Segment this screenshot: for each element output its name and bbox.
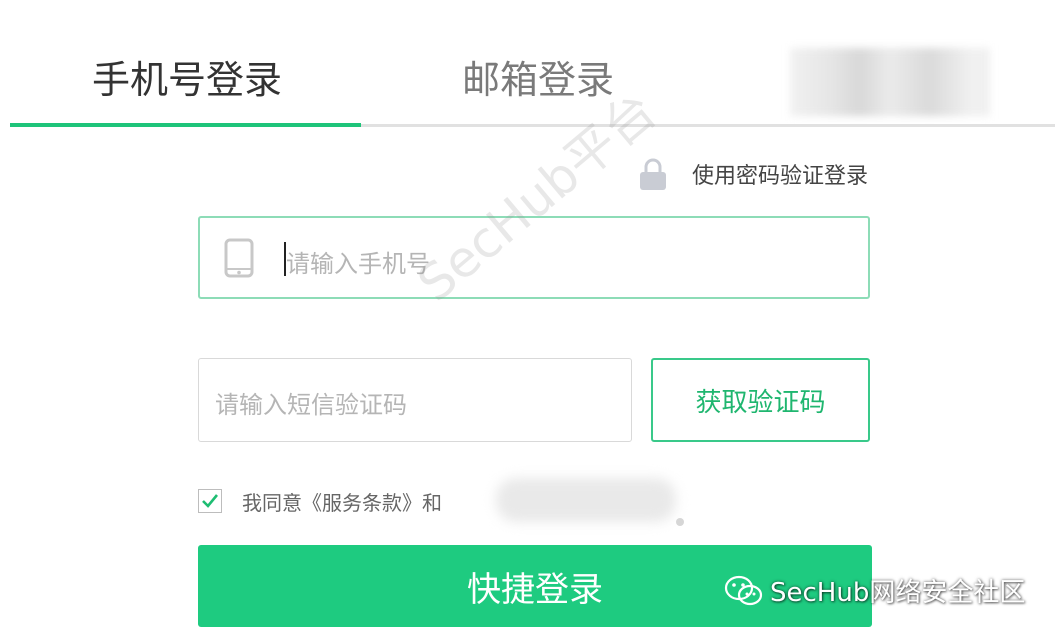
tab-phone-login[interactable]: 手机号登录 [92, 52, 282, 108]
wechat-icon [724, 575, 763, 605]
password-login-label: 使用密码验证登录 [692, 164, 869, 189]
blurred-region [496, 478, 676, 522]
sms-code-input[interactable]: 请输入短信验证码 [198, 358, 632, 442]
login-tabs: 手机号登录 邮箱登录 [0, 0, 1055, 128]
phone-input-placeholder: 请输入手机号 [286, 250, 430, 278]
bottom-watermark-text: SecHub网络安全社区 [770, 578, 1026, 608]
bottom-watermark: SecHub网络安全社区 [724, 572, 1025, 609]
tab-email-login[interactable]: 邮箱登录 [462, 52, 614, 108]
tab-active-indicator [10, 123, 361, 127]
get-code-button[interactable]: 获取验证码 [651, 358, 870, 442]
blur-dot [676, 518, 684, 526]
lock-icon [638, 157, 668, 191]
sms-input-placeholder: 请输入短信验证码 [215, 391, 407, 419]
phone-icon [224, 238, 254, 278]
agreement-text[interactable]: 我同意《服务条款》和 [242, 487, 442, 516]
agreement-row: 我同意《服务条款》和 [198, 484, 442, 518]
password-login-link[interactable]: 使用密码验证登录 [638, 154, 868, 194]
phone-input-field[interactable]: 请输入手机号 [198, 216, 870, 299]
blurred-region [790, 48, 990, 116]
agreement-checkbox[interactable] [198, 489, 222, 513]
check-icon [202, 494, 219, 508]
